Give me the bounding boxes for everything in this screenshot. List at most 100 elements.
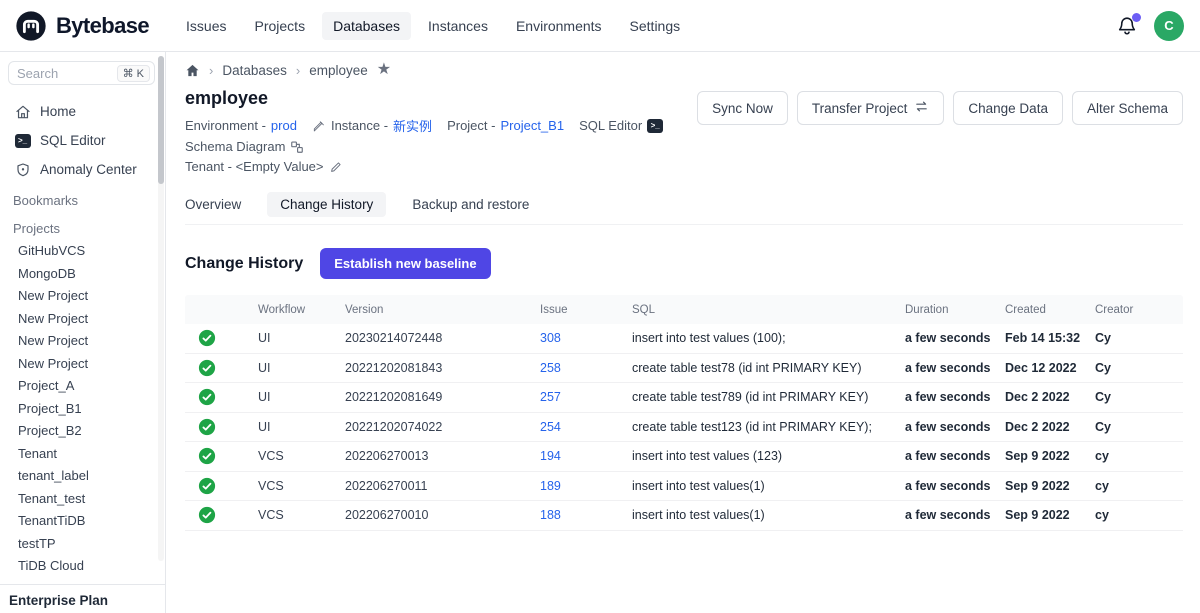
cell-sql: insert into test values (100); xyxy=(632,331,905,345)
terminal-icon: >_ xyxy=(647,119,663,133)
table-header-row: WorkflowVersionIssueSQLDurationCreatedCr… xyxy=(185,295,1183,324)
home-icon xyxy=(14,103,31,120)
page-actions: Sync Now Transfer ProjectChange Data Alter… xyxy=(697,91,1183,125)
table-row[interactable]: UI20221202074022254create table test123 … xyxy=(185,413,1183,443)
change-data-button[interactable]: Change Data xyxy=(953,91,1063,125)
status-done xyxy=(185,506,258,524)
projects-section-label: Projects xyxy=(0,212,165,240)
cell-creator: Cy xyxy=(1095,420,1183,434)
header-workflow: Workflow xyxy=(258,304,345,316)
bytebase-logo[interactable]: Bytebase xyxy=(14,9,149,43)
cell-issue[interactable]: 254 xyxy=(540,420,632,434)
sidebar-project-mongodb[interactable]: MongoDB xyxy=(0,263,165,286)
cell-issue[interactable]: 189 xyxy=(540,479,632,493)
cell-version: 202206270011 xyxy=(345,479,540,493)
bytebase-logo-icon xyxy=(14,9,48,43)
meta-label: Environment - xyxy=(185,118,266,133)
cell-sql: create table test789 (id int PRIMARY KEY… xyxy=(632,390,905,404)
tab-overview[interactable]: Overview xyxy=(185,192,241,217)
notification-dot xyxy=(1132,13,1141,22)
nav-item-settings[interactable]: Settings xyxy=(619,12,692,40)
sidebar-project-tenanttidb[interactable]: TenantTiDB xyxy=(0,510,165,533)
sidebar-project-tidb-cloud[interactable]: TiDB Cloud xyxy=(0,555,165,578)
nav-item-projects[interactable]: Projects xyxy=(244,12,317,40)
sidebar-scrollbar-thumb[interactable] xyxy=(158,56,164,184)
table-row[interactable]: VCS202206270011189insert into test value… xyxy=(185,472,1183,502)
search-box[interactable]: ⌘ K xyxy=(8,61,155,85)
sidebar-project-project-b1[interactable]: Project_B1 xyxy=(0,398,165,421)
nav-item-databases[interactable]: Databases xyxy=(322,12,411,40)
user-avatar[interactable]: C xyxy=(1154,11,1184,41)
plan-footer[interactable]: Enterprise Plan xyxy=(0,584,165,613)
meta-schema-diagram[interactable]: Schema Diagram xyxy=(185,139,304,154)
meta-link-[interactable]: 新实例 xyxy=(393,116,432,135)
sidebar-project-new-project[interactable]: New Project xyxy=(0,308,165,331)
cell-issue[interactable]: 257 xyxy=(540,390,632,404)
meta-link-prod[interactable]: prod xyxy=(271,118,297,133)
sidebar-project-new-project[interactable]: New Project xyxy=(0,330,165,353)
cell-sql: create table test78 (id int PRIMARY KEY) xyxy=(632,361,905,375)
sync-now-button[interactable]: Sync Now xyxy=(697,91,788,125)
table-row[interactable]: VCS202206270013194insert into test value… xyxy=(185,442,1183,472)
meta-label: Project - xyxy=(447,118,495,133)
sidebar-project-new-project[interactable]: New Project xyxy=(0,353,165,376)
table-row[interactable]: VCS202206270010188insert into test value… xyxy=(185,501,1183,531)
sidebar-project-tenant[interactable]: Tenant xyxy=(0,443,165,466)
cell-issue[interactable]: 194 xyxy=(540,449,632,463)
shield-icon xyxy=(14,161,31,178)
meta-label: Instance - xyxy=(331,118,388,133)
sidebar-project-tenant-test[interactable]: Tenant_test xyxy=(0,488,165,511)
sidebar-project-testtp[interactable]: testTP xyxy=(0,533,165,556)
cell-version: 20221202081843 xyxy=(345,361,540,375)
sidebar-item-home[interactable]: Home xyxy=(0,97,165,126)
sidebar-project-new-project[interactable]: New Project xyxy=(0,285,165,308)
cell-duration: a few seconds xyxy=(905,331,1005,345)
button-label: Alter Schema xyxy=(1087,101,1168,116)
table-row[interactable]: UI20221202081649257create table test789 … xyxy=(185,383,1183,413)
status-done xyxy=(185,477,258,495)
cell-issue[interactable]: 308 xyxy=(540,331,632,345)
sidebar-item-sql-editor[interactable]: >_SQL Editor xyxy=(0,126,165,155)
cell-issue[interactable]: 258 xyxy=(540,361,632,375)
cell-created: Dec 2 2022 xyxy=(1005,390,1095,404)
cell-workflow: UI xyxy=(258,390,345,404)
favorite-star-icon[interactable]: ★ xyxy=(377,62,391,78)
search-input[interactable] xyxy=(17,66,97,81)
sidebar-item-anomaly-center[interactable]: Anomaly Center xyxy=(0,155,165,184)
notifications-button[interactable] xyxy=(1116,15,1138,37)
table-row[interactable]: UI20230214072448308insert into test valu… xyxy=(185,324,1183,354)
breadcrumb-home-icon[interactable] xyxy=(185,63,200,78)
brand-name: Bytebase xyxy=(56,13,149,39)
cell-duration: a few seconds xyxy=(905,479,1005,493)
nav-item-issues[interactable]: Issues xyxy=(175,12,237,40)
cell-created: Feb 14 15:32 xyxy=(1005,331,1095,345)
breadcrumb-employee[interactable]: employee xyxy=(309,63,368,78)
alter-schema-button[interactable]: Alter Schema xyxy=(1072,91,1183,125)
database-meta: Environment - prod Instance - 新实例 Project - P… xyxy=(185,116,697,174)
cell-workflow: VCS xyxy=(258,479,345,493)
sidebar-project-tenant-label[interactable]: tenant_label xyxy=(0,465,165,488)
meta-sql-editor[interactable]: SQL Editor>_ xyxy=(579,118,663,133)
cell-version: 202206270013 xyxy=(345,449,540,463)
change-history-table: WorkflowVersionIssueSQLDurationCreatedCr… xyxy=(185,295,1183,531)
pen-icon xyxy=(312,119,326,133)
sidebar-project-project-b2[interactable]: Project_B2 xyxy=(0,420,165,443)
meta-tenant-empty-value[interactable]: Tenant - <Empty Value> xyxy=(185,159,343,174)
breadcrumb-databases[interactable]: Databases xyxy=(222,63,287,78)
nav-item-environments[interactable]: Environments xyxy=(505,12,613,40)
cell-issue[interactable]: 188 xyxy=(540,508,632,522)
tab-backup-and-restore[interactable]: Backup and restore xyxy=(412,192,529,217)
sidebar-project-project-a[interactable]: Project_A xyxy=(0,375,165,398)
nav-item-instances[interactable]: Instances xyxy=(417,12,499,40)
breadcrumb-separator: › xyxy=(296,63,300,78)
cell-sql: insert into test values(1) xyxy=(632,479,905,493)
header-duration: Duration xyxy=(905,304,1005,316)
sidebar-project-githubvcs[interactable]: GitHubVCS xyxy=(0,240,165,263)
meta-link-project-b1[interactable]: Project_B1 xyxy=(500,118,564,133)
establish-baseline-button[interactable]: Establish new baseline xyxy=(320,248,490,279)
cell-sql: create table test123 (id int PRIMARY KEY… xyxy=(632,420,905,434)
transfer-project-button[interactable]: Transfer Project xyxy=(797,91,945,125)
table-row[interactable]: UI20221202081843258create table test78 (… xyxy=(185,354,1183,384)
tab-change-history[interactable]: Change History xyxy=(267,192,386,217)
cell-workflow: VCS xyxy=(258,449,345,463)
